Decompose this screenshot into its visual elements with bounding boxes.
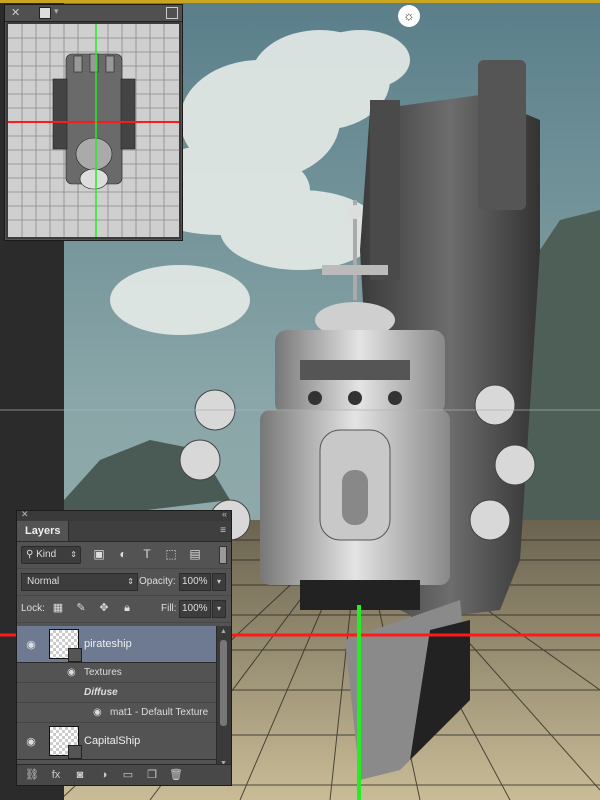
- fill-field[interactable]: 100%: [179, 600, 211, 618]
- layers-panel-topbar: ✕ «: [17, 509, 231, 521]
- layers-bottom-toolbar: ⛓ fx ◙ ◑ ▭ ❐ 🗑︎: [17, 764, 231, 785]
- kind-filter-label: Kind: [36, 549, 57, 560]
- scroll-thumb[interactable]: [220, 640, 227, 726]
- opacity-label: Opacity:: [139, 576, 176, 587]
- mask-icon[interactable]: ◙: [71, 765, 89, 785]
- chevron-down-icon: ⇕: [127, 577, 134, 586]
- panel-menu-icon[interactable]: ≡: [220, 525, 226, 536]
- type-filter-icon[interactable]: T: [139, 547, 155, 561]
- filter-icons: ▣ ◐ T ⬚ ▤: [91, 547, 211, 561]
- fx-icon[interactable]: fx: [47, 765, 65, 785]
- layer-thumbnail: [49, 726, 82, 759]
- layers-scrollbar[interactable]: ▲ ▼: [216, 626, 231, 769]
- blend-mode-value: Normal: [27, 576, 60, 587]
- layer-thumbnail: [49, 629, 82, 662]
- 3d-layer-icon: [68, 648, 82, 662]
- resize-icon[interactable]: [166, 7, 178, 19]
- shape-filter-icon[interactable]: ⬚: [163, 547, 179, 561]
- close-icon[interactable]: ✕: [11, 6, 20, 19]
- eye-icon[interactable]: ◉: [67, 667, 76, 678]
- secondary-view-canvas[interactable]: [8, 24, 179, 237]
- layer-row-capitalship[interactable]: ◉ CapitalShip: [17, 723, 217, 760]
- layer-name: CapitalShip: [84, 735, 141, 747]
- chevron-down-icon: ⇕: [70, 550, 77, 559]
- link-icon[interactable]: ⛓: [23, 765, 41, 785]
- adjustment-filter-icon[interactable]: ◐: [115, 547, 131, 561]
- filter-row: ⚲ Kind ⇕ ▣ ◐ T ⬚ ▤: [17, 542, 231, 569]
- close-icon[interactable]: ✕: [21, 509, 29, 520]
- lock-position-icon[interactable]: ✥: [97, 601, 111, 614]
- layers-panel: ✕ « Layers ≡ ⚲ Kind ⇕ ▣ ◐ T ⬚ ▤ Normal ⇕ Opa…: [16, 509, 232, 786]
- kind-filter-select[interactable]: ⚲ Kind ⇕: [21, 546, 81, 564]
- secondary-view-panel: ✕ ▾: [4, 4, 183, 241]
- lock-all-icon[interactable]: 🔒︎: [120, 602, 134, 615]
- chevron-down-icon[interactable]: ▾: [54, 6, 59, 17]
- lock-row: Lock: ▦ ✎ ✥ 🔒︎ Fill: 100% ▾: [17, 596, 231, 623]
- material-row[interactable]: ◉ mat1 - Default Texture: [17, 703, 217, 723]
- lock-transparency-icon[interactable]: ▦: [51, 601, 65, 614]
- blend-row: Normal ⇕ Opacity: 100% ▾: [17, 569, 231, 596]
- eye-icon[interactable]: ◉: [24, 638, 38, 651]
- textures-row[interactable]: ◉ Textures: [17, 663, 217, 683]
- secondary-view-titlebar: ✕ ▾: [5, 5, 182, 22]
- lock-label: Lock:: [21, 603, 45, 614]
- layer-row-pirateship[interactable]: ◉ pirateship: [17, 626, 217, 663]
- smart-object-filter-icon[interactable]: ▤: [187, 547, 203, 561]
- tab-layers[interactable]: Layers: [17, 521, 70, 541]
- scroll-up-icon[interactable]: ▲: [220, 628, 227, 635]
- blend-mode-select[interactable]: Normal ⇕: [21, 573, 138, 591]
- layers-tabbar: Layers ≡: [17, 521, 231, 542]
- diffuse-label: Diffuse: [84, 687, 118, 698]
- search-icon: ⚲: [26, 549, 34, 560]
- diffuse-row[interactable]: Diffuse: [17, 683, 217, 703]
- fill-label: Fill:: [161, 603, 177, 614]
- folder-icon[interactable]: ▭: [119, 765, 137, 785]
- lock-pixels-icon[interactable]: ✎: [74, 601, 88, 614]
- pixel-filter-icon[interactable]: ▣: [91, 547, 107, 561]
- lock-icons: ▦ ✎ ✥ 🔒︎: [51, 601, 143, 615]
- new-layer-icon[interactable]: ❐: [143, 765, 161, 785]
- fill-dropdown[interactable]: ▾: [212, 600, 226, 618]
- material-label: mat1 - Default Texture: [110, 707, 209, 718]
- light-sun-icon[interactable]: ☼: [398, 5, 420, 27]
- adjustment-icon[interactable]: ◑: [95, 765, 113, 785]
- eye-icon[interactable]: ◉: [93, 707, 102, 718]
- panel-menu-icon[interactable]: [39, 7, 51, 19]
- textures-label: Textures: [84, 667, 122, 678]
- layers-list: ◉ pirateship ◉ Textures Diffuse ◉ mat1 -…: [17, 626, 217, 774]
- trash-icon[interactable]: 🗑︎: [167, 765, 185, 785]
- opacity-dropdown[interactable]: ▾: [212, 573, 226, 591]
- collapse-icon[interactable]: «: [222, 509, 227, 519]
- opacity-field[interactable]: 100%: [179, 573, 211, 591]
- filter-toggle[interactable]: [219, 546, 227, 564]
- layer-name: pirateship: [84, 638, 132, 650]
- 3d-layer-icon: [68, 745, 82, 759]
- eye-icon[interactable]: ◉: [24, 735, 38, 748]
